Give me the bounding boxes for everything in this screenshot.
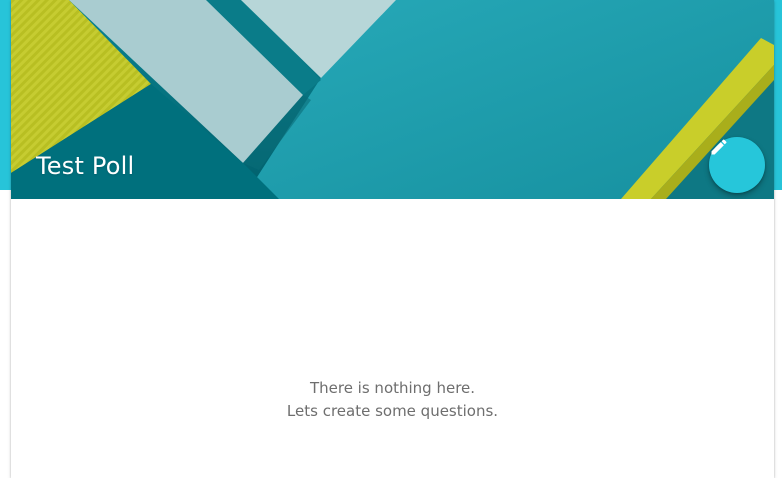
poll-header: Test Poll [11,0,774,199]
empty-state-line-2: Lets create some questions. [286,402,499,420]
empty-state-line-1: There is nothing here. [309,379,476,397]
pencil-icon [711,139,727,155]
poll-card: Test Poll There is nothing here. Lets cr… [11,0,774,478]
edit-poll-button[interactable] [709,137,765,193]
poll-title: Test Poll [36,152,135,180]
empty-state-message: There is nothing here. Lets create some … [11,377,774,423]
